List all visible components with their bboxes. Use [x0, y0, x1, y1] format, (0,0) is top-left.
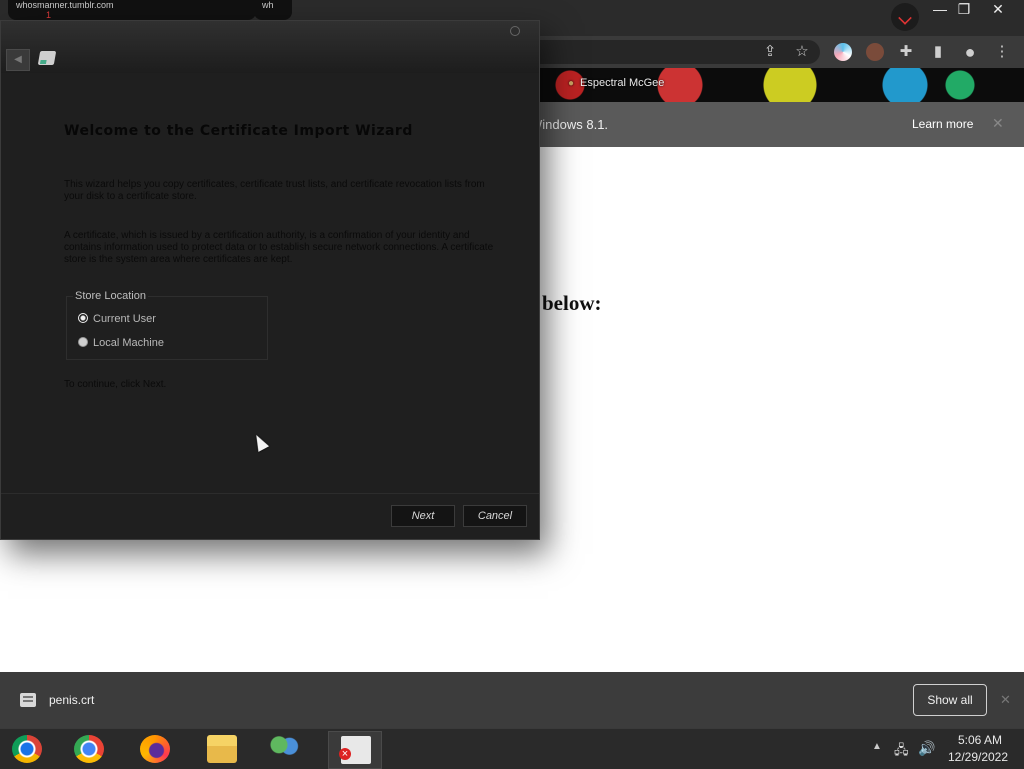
store-location-group: Store Location Current User Local Machin…: [66, 290, 268, 360]
continue-instruction: To continue, click Next.: [64, 379, 167, 390]
restore-button[interactable]: ❐: [948, 0, 980, 20]
tab-thumbnail-label: wh: [262, 0, 274, 10]
tab-thumbnail[interactable]: wh: [254, 0, 292, 20]
radio-label: Local Machine: [93, 337, 164, 349]
footer-divider: [1, 493, 539, 494]
clock-date[interactable]: 12/29/2022: [942, 750, 1014, 764]
radio-current-user[interactable]: Current User: [78, 313, 156, 325]
extension-flag-icon[interactable]: [834, 43, 852, 61]
side-panel-icon[interactable]: ▮: [928, 42, 948, 62]
volume-icon[interactable]: 🔊: [918, 740, 935, 757]
wizard-description: This wizard helps you copy certificates,…: [64, 179, 485, 202]
menu-icon[interactable]: ⋮: [992, 42, 1012, 62]
close-window-button[interactable]: ✕: [982, 0, 1014, 20]
taskbar-messenger[interactable]: [258, 731, 310, 767]
bookmark-item[interactable]: Espectral McGee: [568, 77, 664, 89]
store-location-legend: Store Location: [73, 290, 148, 302]
download-filename[interactable]: penis.crt: [49, 693, 94, 707]
wizard-close-dot[interactable]: [510, 26, 520, 36]
star-icon[interactable]: ☆: [792, 42, 812, 62]
download-bar: penis.crt Show all ✕: [0, 672, 1024, 728]
taskbar-chrome[interactable]: [62, 731, 114, 767]
extensions-puzzle-icon[interactable]: ✚: [896, 42, 916, 62]
messenger-icon: [270, 735, 300, 763]
share-icon[interactable]: ⇪: [760, 42, 780, 62]
chrome-beta-icon: [12, 735, 42, 763]
tray-chevron-icon[interactable]: ▲: [872, 741, 882, 752]
certificate-file-icon: [20, 693, 36, 707]
certificate-icon: [37, 51, 57, 65]
tab-thumbnail[interactable]: whosmanner.tumblr.com 1: [8, 0, 256, 20]
wizard-titlebar: ◀: [1, 21, 539, 73]
page-heading: below:: [542, 291, 602, 315]
radio-unselected-icon: [78, 337, 88, 348]
extension-avatar-icon[interactable]: [866, 43, 884, 61]
taskbar-certificate-manager[interactable]: [328, 731, 382, 769]
taskbar-chrome-beta[interactable]: [0, 731, 52, 767]
show-all-button[interactable]: Show all: [913, 684, 987, 716]
taskbar-file-explorer[interactable]: [195, 731, 247, 767]
cancel-button[interactable]: Cancel: [463, 505, 527, 527]
chrome-icon: [74, 735, 104, 763]
radio-selected-icon: [78, 313, 88, 324]
back-arrow-button[interactable]: ◀: [6, 49, 30, 71]
taskbar: ▲ 🖧 🔊 5:06 AM 12/29/2022: [0, 728, 1024, 769]
profile-icon[interactable]: ●: [960, 42, 980, 62]
wizard-title: Welcome to the Certificate Import Wizard: [64, 123, 413, 139]
download-bar-close-icon[interactable]: ✕: [1000, 692, 1011, 708]
next-button[interactable]: Next: [391, 505, 455, 527]
folder-icon: [207, 735, 237, 763]
learn-more-link[interactable]: Learn more: [912, 117, 973, 131]
network-icon[interactable]: 🖧: [894, 741, 909, 763]
taskbar-firefox[interactable]: [128, 731, 180, 767]
profile-avatar-icon[interactable]: [891, 3, 919, 31]
clock-time[interactable]: 5:06 AM: [955, 733, 1005, 747]
tab-thumbnail-label: whosmanner.tumblr.com: [16, 0, 114, 10]
info-bar-text: Windows 8.1.: [530, 117, 609, 132]
firefox-icon: [140, 735, 170, 763]
radio-label: Current User: [93, 313, 156, 325]
certificate-error-icon: [339, 736, 371, 764]
certificate-import-wizard: ◀ Welcome to the Certificate Import Wiza…: [0, 20, 540, 540]
wizard-certificate-info: A certificate, which is issued by a cert…: [64, 230, 494, 265]
info-bar-close-icon[interactable]: ✕: [992, 115, 1004, 132]
tab-thumbnail-badge: 1: [46, 10, 52, 20]
radio-local-machine[interactable]: Local Machine: [78, 337, 164, 349]
